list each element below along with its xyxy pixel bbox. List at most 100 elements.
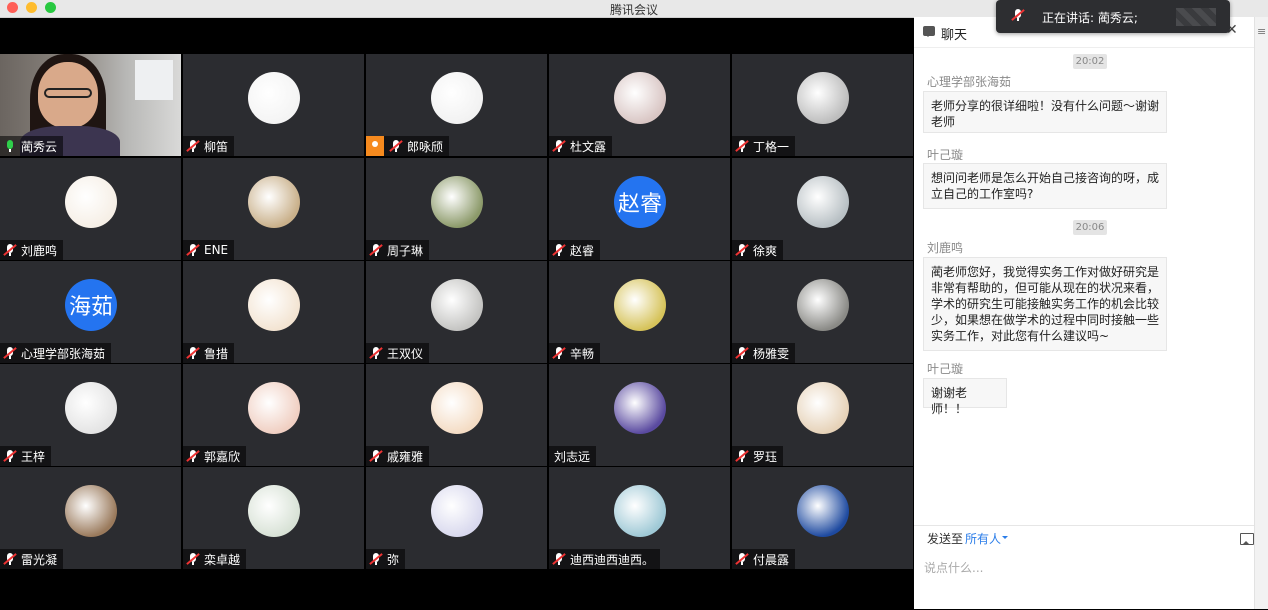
avatar	[431, 176, 483, 228]
message-bubble: 谢谢老师！！	[923, 378, 1007, 416]
participant-name: 丁格一	[753, 139, 790, 154]
toast-decoration	[1176, 8, 1216, 26]
mic-muted-icon	[369, 449, 383, 463]
mic-muted-icon	[369, 552, 383, 566]
mic-muted-icon	[735, 449, 749, 463]
participant-name: 戚雍雅	[387, 449, 424, 464]
participant-tile[interactable]: 罗珏	[732, 364, 913, 466]
chat-input[interactable]: 说点什么...	[924, 559, 983, 576]
avatar: 赵睿	[614, 176, 666, 228]
avatar	[248, 176, 300, 228]
participant-name: 刘志远	[554, 449, 591, 464]
participant-tile[interactable]: 雷光凝	[0, 467, 181, 569]
participant-label: 郭嘉欣	[183, 446, 247, 466]
mic-icon	[3, 139, 17, 153]
message-sender: 叶己璇	[927, 362, 964, 376]
participant-label: 付晨露	[732, 549, 796, 569]
chat-messages[interactable]: 20:02 心理学部张海茹老师分享的很详细啦！没有什么问题～谢谢老师叶己璇 想问问老…	[914, 49, 1254, 524]
participant-name: 王双仪	[387, 346, 424, 361]
participant-tile[interactable]: 刘鹿鸣	[0, 158, 181, 260]
participant-tile[interactable]: 周子琳	[366, 158, 547, 260]
participant-name: 柳笛	[204, 139, 229, 154]
mic-muted-icon	[369, 346, 383, 360]
participant-tile[interactable]: 杜文露	[549, 54, 730, 156]
send-to-select[interactable]: 所有人	[965, 530, 1001, 547]
participant-tile[interactable]: 海茹心理学部张海茹	[0, 261, 181, 363]
message-sender: 刘鹿鸣	[927, 241, 964, 255]
menu-icon[interactable]: ≡	[1257, 25, 1266, 38]
mic-muted-icon	[552, 243, 566, 257]
participant-label: 赵睿	[549, 240, 601, 260]
mic-muted-icon	[552, 139, 566, 153]
participant-label: 王梓	[0, 446, 52, 466]
participant-name: 赵睿	[570, 243, 595, 258]
participant-tile[interactable]: 郭嘉欣	[183, 364, 364, 466]
participant-name: ENE	[204, 243, 229, 257]
participant-label: 栾卓越	[183, 549, 247, 569]
participant-name: 徐爽	[753, 243, 778, 258]
participant-label: 刘鹿鸣	[0, 240, 64, 260]
mic-muted-icon	[3, 552, 17, 566]
participant-name: 刘鹿鸣	[21, 243, 58, 258]
avatar	[248, 279, 300, 331]
participant-tile[interactable]: 付晨露	[732, 467, 913, 569]
participant-name: 辛畅	[570, 346, 595, 361]
participant-tile[interactable]: 郎咏颀	[366, 54, 547, 156]
participant-label: 戚雍雅	[366, 446, 430, 466]
chevron-down-icon[interactable]	[1002, 536, 1008, 542]
participant-tile[interactable]: 杨雅雯	[732, 261, 913, 363]
participant-name: 罗珏	[753, 449, 778, 464]
participant-name: 杜文露	[570, 139, 607, 154]
participant-tile[interactable]: 丁格一	[732, 54, 913, 156]
timestamp: 20:06	[1073, 220, 1107, 235]
participant-tile[interactable]: 蔺秀云	[0, 54, 181, 156]
participant-tile[interactable]: 弥	[366, 467, 547, 569]
avatar	[248, 382, 300, 434]
participant-name: 王梓	[21, 449, 46, 464]
participant-label: 丁格一	[732, 136, 796, 156]
mic-muted-icon	[735, 346, 749, 360]
chat-panel: 聊天 ✕ ≡ 20:02 心理学部张海茹 老师分享的很详细啦！没有什么问题～谢谢老师…	[914, 17, 1268, 609]
send-to-label: 发送至	[927, 532, 964, 546]
message-sender: 心理学部张海茹	[927, 75, 1012, 89]
message-bubble: 老师分享的很详细啦！没有什么问题～谢谢老师	[923, 91, 1167, 133]
participant-name: 迪西迪西迪西。	[570, 552, 655, 567]
participant-tile[interactable]: 刘志远	[549, 364, 730, 466]
participant-tile[interactable]: 迪西迪西迪西。	[549, 467, 730, 569]
participant-name: 付晨露	[753, 552, 790, 567]
participant-tile[interactable]: 戚雍雅	[366, 364, 547, 466]
mic-muted-icon	[3, 449, 17, 463]
participant-tile[interactable]: 王梓	[0, 364, 181, 466]
message-bubble: 想问问老师是怎么开始自己接咨询的呀，成立自己的工作室吗?	[923, 163, 1167, 209]
participant-label: 杜文露	[549, 136, 613, 156]
image-icon[interactable]	[1240, 533, 1254, 545]
avatar	[431, 279, 483, 331]
chat-side-strip: ≡	[1254, 17, 1268, 609]
avatar	[65, 176, 117, 228]
mic-muted-icon	[369, 243, 383, 257]
participant-label: 周子琳	[366, 240, 430, 260]
timestamp: 20:02	[1073, 54, 1107, 69]
participant-label: ENE	[183, 240, 235, 260]
participant-tile[interactable]: 赵睿 赵睿	[549, 158, 730, 260]
participant-tile[interactable]: 王双仪	[366, 261, 547, 363]
participant-label: 徐爽	[732, 240, 784, 260]
mic-muted-icon	[1011, 8, 1025, 22]
avatar: 海茹	[65, 279, 117, 331]
mic-muted-icon	[389, 139, 403, 153]
participant-tile[interactable]: ENE	[183, 158, 364, 260]
participant-label: 郎咏颀	[366, 136, 450, 156]
participant-tile[interactable]: 柳笛	[183, 54, 364, 156]
avatar	[614, 72, 666, 124]
participant-name: 雷光凝	[21, 552, 58, 567]
participant-tile[interactable]: 辛畅	[549, 261, 730, 363]
participant-name: 心理学部张海茹	[21, 346, 106, 361]
speaking-label: 正在讲话: 蔺秀云;	[1042, 11, 1138, 25]
mic-muted-icon	[3, 346, 17, 360]
avatar	[431, 485, 483, 537]
participant-tile[interactable]: 徐爽	[732, 158, 913, 260]
participant-tile[interactable]: 栾卓越	[183, 467, 364, 569]
participant-tile[interactable]: 鲁措	[183, 261, 364, 363]
avatar	[614, 485, 666, 537]
participant-grid: 蔺秀云 柳笛 郎咏颀 杜文露 丁格一 刘鹿鸣 ENE 周子琳 赵睿 赵睿 徐爽 海茹 心理学部张海茹 鲁措…	[0, 54, 914, 570]
